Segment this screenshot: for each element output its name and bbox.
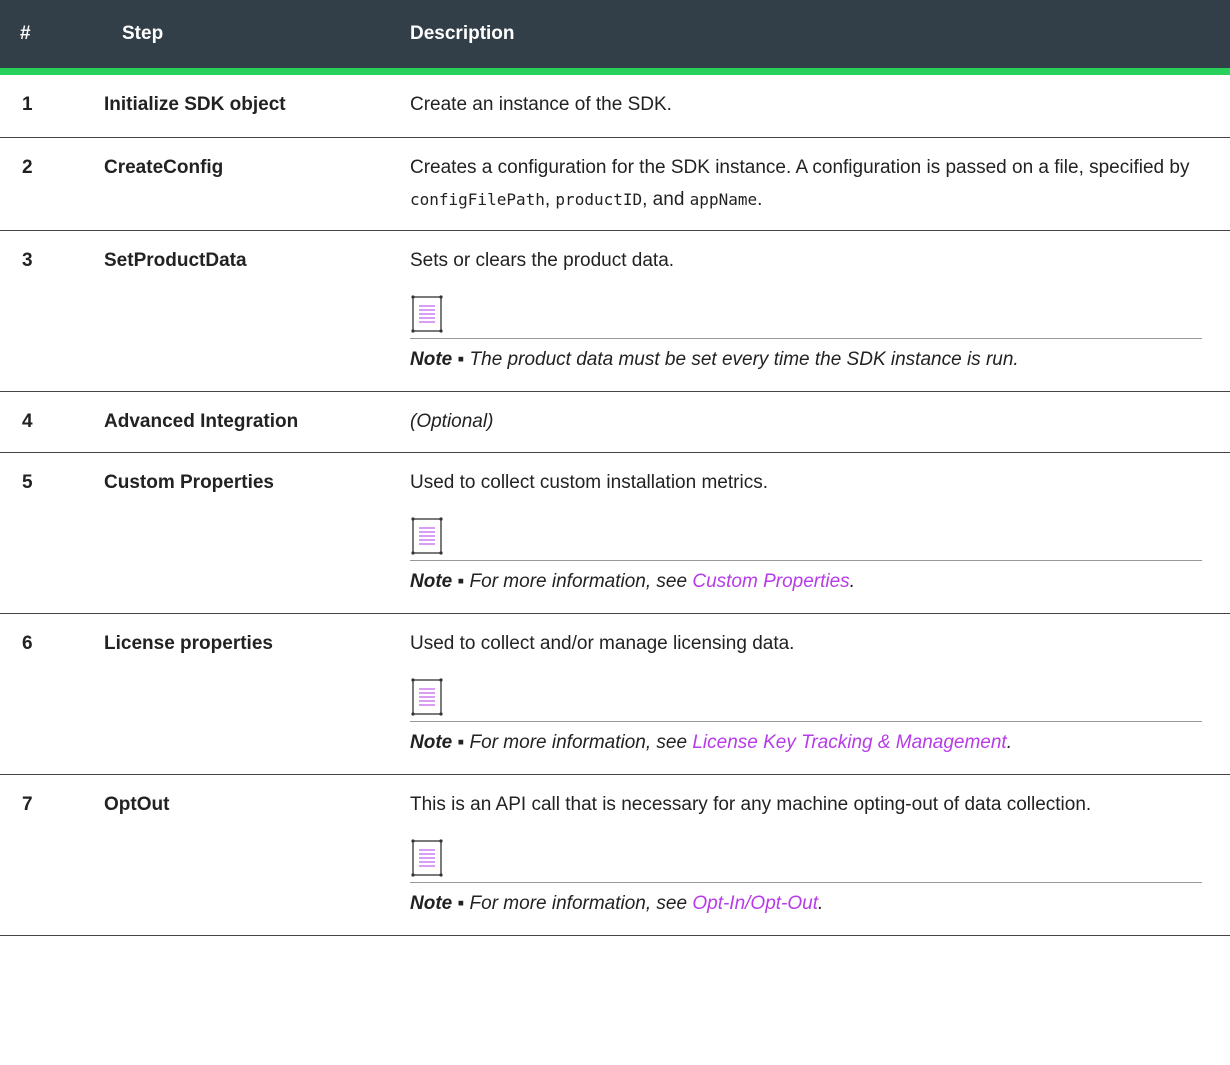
note-separator: ▪ (452, 893, 470, 914)
step-name: OptOut (102, 774, 408, 936)
step-description: Used to collect and/or manage licensing … (408, 613, 1230, 775)
note-icon (411, 839, 443, 877)
table-row: 4 Advanced Integration (Optional) (0, 391, 1230, 453)
opt-in-opt-out-link[interactable]: Opt-In/Opt-Out (692, 893, 818, 914)
note-text: Note ▪ For more information, see License… (410, 726, 1202, 760)
table-row: 2 CreateConfig Creates a configuration f… (0, 137, 1230, 231)
header-step: Step (102, 0, 408, 75)
step-name: Custom Properties (102, 452, 408, 614)
table-header-row: # Step Description (0, 0, 1230, 75)
step-description: (Optional) (408, 391, 1230, 453)
step-number: 3 (0, 230, 102, 392)
description-text: (Optional) (410, 411, 494, 432)
step-number: 2 (0, 137, 102, 231)
header-description: Description (408, 0, 1230, 75)
note-label: Note (410, 893, 453, 914)
note-body: The product data must be set every time … (469, 349, 1019, 370)
step-number: 7 (0, 774, 102, 936)
note-divider (410, 882, 1202, 883)
note-block: Note ▪ For more information, see Custom … (410, 517, 1202, 599)
custom-properties-link[interactable]: Custom Properties (692, 571, 849, 592)
description-text: Create an instance of the SDK. (410, 94, 672, 115)
note-divider (410, 338, 1202, 339)
table-row: 7 OptOut This is an API call that is nec… (0, 774, 1230, 936)
step-name: SetProductData (102, 230, 408, 392)
table-row: 6 License properties Used to collect and… (0, 613, 1230, 775)
note-end: . (818, 893, 824, 914)
note-body: For more information, see (469, 571, 693, 592)
note-end: . (849, 571, 855, 592)
license-key-tracking-link[interactable]: License Key Tracking & Management (692, 732, 1006, 753)
description-text: This is an API call that is necessary fo… (410, 794, 1092, 815)
description-text: Used to collect and/or manage licensing … (410, 633, 795, 654)
step-number: 4 (0, 391, 102, 453)
note-text: Note ▪ For more information, see Opt-In/… (410, 887, 1202, 921)
step-description: Used to collect custom installation metr… (408, 452, 1230, 614)
note-block: Note ▪ For more information, see License… (410, 678, 1202, 760)
step-name: Initialize SDK object (102, 71, 408, 138)
header-num: # (0, 0, 102, 75)
note-label: Note (410, 732, 453, 753)
step-description: Sets or clears the product data. Note ▪ … (408, 230, 1230, 392)
note-text: Note ▪ For more information, see Custom … (410, 565, 1202, 599)
step-name: License properties (102, 613, 408, 775)
step-description: Create an instance of the SDK. (408, 71, 1230, 138)
steps-table: # Step Description 1 Initialize SDK obje… (0, 0, 1230, 936)
table-row: 5 Custom Properties Used to collect cust… (0, 452, 1230, 614)
step-number: 1 (0, 71, 102, 138)
description-text: Sets or clears the product data. (410, 250, 675, 271)
note-end: . (1006, 732, 1012, 753)
description-text: Used to collect custom installation metr… (410, 472, 768, 493)
note-separator: ▪ (452, 732, 470, 753)
note-text: Note ▪ The product data must be set ever… (410, 343, 1202, 377)
code-product-id: productID (555, 190, 643, 209)
note-icon (411, 678, 443, 716)
note-body: For more information, see (469, 732, 693, 753)
note-icon (411, 295, 443, 333)
note-block: Note ▪ The product data must be set ever… (410, 295, 1202, 377)
note-divider (410, 560, 1202, 561)
table-row: 1 Initialize SDK object Create an instan… (0, 71, 1230, 138)
description-text-part: , (544, 189, 556, 210)
note-body: For more information, see (469, 893, 693, 914)
step-name: Advanced Integration (102, 391, 408, 453)
step-description: This is an API call that is necessary fo… (408, 774, 1230, 936)
step-number: 5 (0, 452, 102, 614)
description-text: Creates a configuration for the SDK inst… (410, 152, 1202, 216)
description-text-part: , and (642, 189, 690, 210)
step-name: CreateConfig (102, 137, 408, 231)
note-block: Note ▪ For more information, see Opt-In/… (410, 839, 1202, 921)
code-config-file-path: configFilePath (410, 190, 545, 209)
note-label: Note (410, 571, 453, 592)
note-divider (410, 721, 1202, 722)
note-separator: ▪ (452, 571, 470, 592)
note-icon (411, 517, 443, 555)
table-row: 3 SetProductData Sets or clears the prod… (0, 230, 1230, 392)
note-separator: ▪ (452, 349, 470, 370)
step-number: 6 (0, 613, 102, 775)
note-label: Note (410, 349, 453, 370)
description-text-part: Creates a configuration for the SDK inst… (410, 157, 1190, 178)
step-description: Creates a configuration for the SDK inst… (408, 137, 1230, 231)
description-text-part: . (757, 189, 763, 210)
code-app-name: appName (689, 190, 758, 209)
